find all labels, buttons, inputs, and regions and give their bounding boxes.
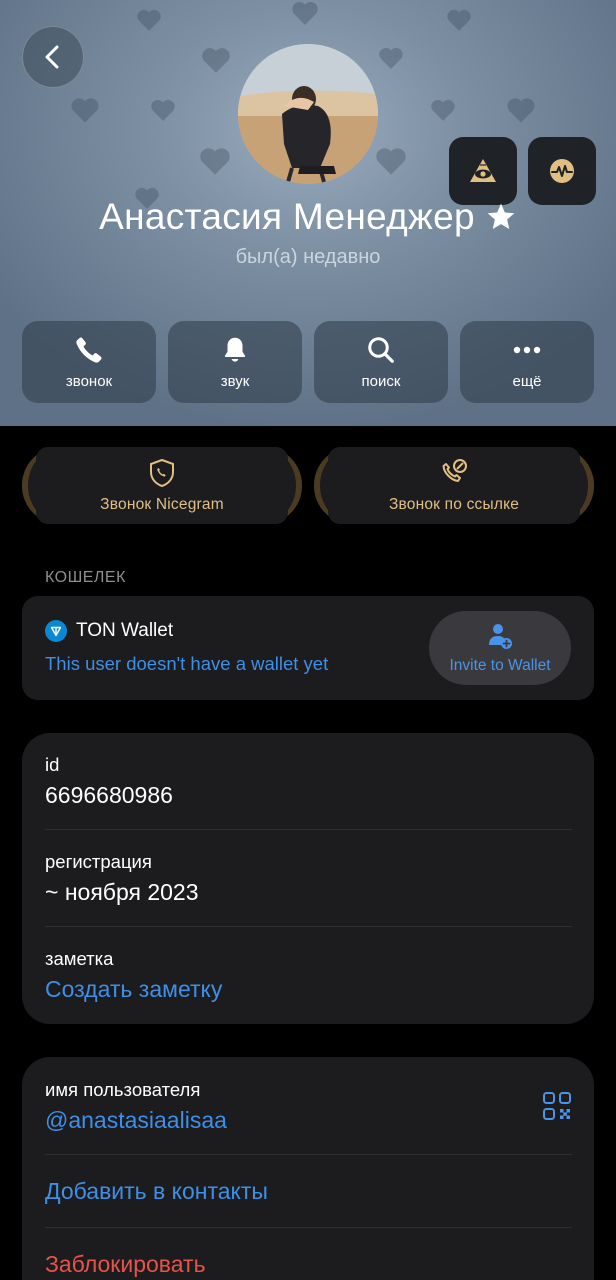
divider — [45, 926, 572, 927]
more-button[interactable]: ещё — [460, 321, 594, 403]
heart-pattern-icon — [70, 96, 100, 124]
heart-pattern-icon — [374, 146, 408, 176]
more-dots-icon — [513, 346, 541, 353]
link-call-button[interactable]: Звонок по ссылке — [314, 447, 594, 524]
username-row[interactable]: имя пользователя @anastasiaalisaa — [45, 1079, 571, 1134]
search-button[interactable]: поиск — [314, 321, 448, 403]
link-call-label: Звонок по ссылке — [388, 495, 520, 513]
eye-pyramid-icon — [470, 159, 496, 182]
registration-row: регистрация ~ ноября 2023 — [45, 851, 571, 906]
qr-code-icon — [543, 1092, 571, 1120]
call-label: звонок — [65, 372, 113, 390]
avatar[interactable] — [238, 44, 378, 184]
profile-name-text: Анастасия Менеджер — [99, 196, 475, 237]
wallet-section-title: КОШЕЛЕК — [45, 569, 126, 586]
phone-icon — [76, 336, 102, 363]
waveform-badge-button[interactable] — [528, 137, 596, 205]
ton-wallet-title: TON Wallet — [76, 620, 174, 641]
username-value[interactable]: @anastasiaalisaa — [45, 1107, 571, 1134]
id-value: 6696680986 — [45, 782, 173, 808]
back-button[interactable] — [22, 26, 84, 88]
sound-button[interactable]: звук — [168, 321, 302, 403]
heart-pattern-icon — [200, 46, 232, 74]
eye-pyramid-button[interactable] — [449, 137, 517, 205]
star-icon — [487, 203, 515, 229]
invite-label: Invite to Wallet — [449, 657, 551, 674]
id-row[interactable]: id 6696680986 — [45, 754, 571, 809]
wallet-subtitle: This user doesn't have a wallet yet — [45, 653, 329, 674]
block-user-link[interactable]: Заблокировать — [45, 1251, 571, 1278]
profile-actions: звонок звук поиск ещё — [22, 321, 594, 403]
shield-phone-icon — [149, 458, 174, 487]
registration-value: ~ ноября 2023 — [45, 879, 199, 905]
nicegram-call-button[interactable]: Звонок Nicegram — [22, 447, 302, 524]
ton-wallet-row: TON Wallet — [45, 620, 173, 642]
username-label: имя пользователя — [45, 1079, 201, 1100]
call-button[interactable]: звонок — [22, 321, 156, 403]
profile-name: Анастасия Менеджер — [0, 196, 616, 238]
block-row: Заблокировать — [45, 1251, 571, 1278]
sound-label: звук — [220, 372, 250, 390]
add-contact-row: Добавить в контакты — [45, 1178, 571, 1205]
id-label: id — [45, 754, 60, 775]
bell-icon — [224, 337, 246, 362]
username-card: имя пользователя @anastasiaalisaa Добави… — [22, 1057, 594, 1280]
heart-pattern-icon — [198, 146, 232, 176]
heart-pattern-icon — [136, 8, 162, 32]
search-icon — [368, 336, 394, 363]
divider — [45, 829, 572, 830]
last-seen-status: был(а) недавно — [235, 246, 381, 268]
heart-pattern-icon — [290, 0, 320, 26]
waveform-badge-icon — [550, 159, 574, 183]
qr-code-button[interactable] — [542, 1091, 572, 1121]
create-note-link[interactable]: Создать заметку — [45, 976, 571, 1003]
more-label: ещё — [512, 372, 542, 390]
wallet-card: TON Wallet This user doesn't have a wall… — [22, 596, 594, 700]
profile-header: Анастасия Менеджер был(а) недавно звонок… — [0, 0, 616, 426]
divider — [45, 1227, 572, 1228]
phone-link-icon — [442, 458, 467, 482]
nicegram-call-label: Звонок Nicegram — [100, 495, 224, 513]
ton-icon — [45, 620, 67, 642]
note-label: заметка — [45, 948, 114, 969]
heart-pattern-icon — [430, 98, 456, 122]
add-contact-link[interactable]: Добавить в контакты — [45, 1178, 571, 1205]
divider — [45, 1154, 572, 1155]
note-row: заметка Создать заметку — [45, 948, 571, 1003]
registration-label: регистрация — [45, 851, 152, 872]
chevron-left-icon — [45, 45, 59, 69]
heart-pattern-icon — [150, 98, 176, 122]
invite-to-wallet-button[interactable]: Invite to Wallet — [429, 611, 571, 685]
info-card: id 6696680986 регистрация ~ ноября 2023 … — [22, 733, 594, 1024]
heart-pattern-icon — [378, 46, 404, 70]
add-user-icon — [489, 624, 512, 649]
heart-pattern-icon — [446, 8, 472, 32]
search-label: поиск — [361, 372, 401, 390]
heart-pattern-icon — [506, 96, 536, 124]
